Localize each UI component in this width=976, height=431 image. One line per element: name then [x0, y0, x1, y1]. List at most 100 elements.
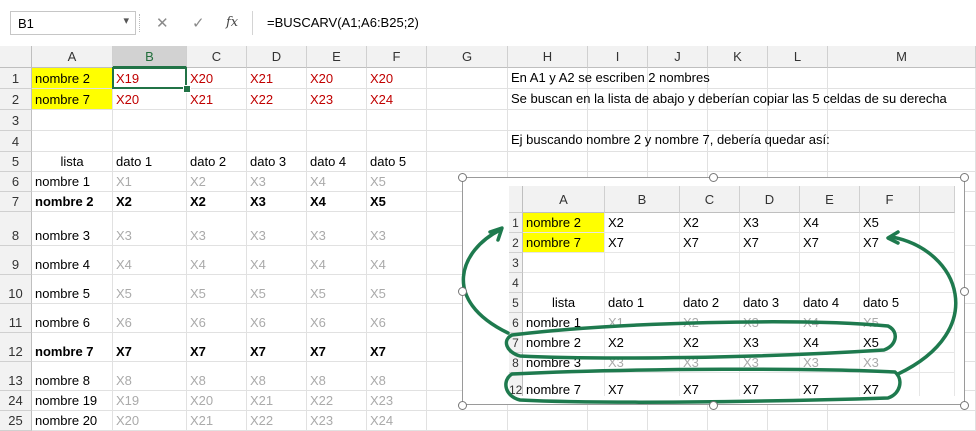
cell-m4[interactable]	[828, 131, 976, 152]
cell-f2[interactable]: X24	[367, 89, 427, 110]
cell-c3[interactable]	[187, 110, 247, 131]
column-header-a[interactable]: A	[32, 46, 113, 68]
cell-b12[interactable]: X7	[113, 333, 187, 362]
cell-e13[interactable]: X8	[307, 362, 367, 391]
column-header-c[interactable]: C	[187, 46, 247, 68]
cell-g2[interactable]	[427, 89, 508, 110]
cell-k5[interactable]	[708, 152, 768, 172]
cell-g3[interactable]	[427, 110, 508, 131]
cell-a24[interactable]: nombre 19	[32, 391, 113, 411]
cell-d8[interactable]: X3	[247, 212, 307, 246]
cell-m1[interactable]	[828, 68, 976, 89]
cell-b8[interactable]: X3	[113, 212, 187, 246]
cell-e2[interactable]: X23	[307, 89, 367, 110]
cell-f7[interactable]: X5	[367, 192, 427, 212]
column-header-j[interactable]: J	[648, 46, 708, 68]
cell-f5[interactable]: dato 5	[367, 152, 427, 172]
cell-c24[interactable]: X20	[187, 391, 247, 411]
column-header-i[interactable]: I	[588, 46, 648, 68]
row-header[interactable]: 10	[0, 275, 32, 304]
cell-d1[interactable]: X21	[247, 68, 307, 89]
cell-j5[interactable]	[648, 152, 708, 172]
cell-j3[interactable]	[648, 110, 708, 131]
cell-d4[interactable]	[247, 131, 307, 152]
cell-d13[interactable]: X8	[247, 362, 307, 391]
cell-f9[interactable]: X4	[367, 246, 427, 275]
cell-a13[interactable]: nombre 8	[32, 362, 113, 391]
select-all-corner[interactable]	[0, 46, 32, 68]
cell-b4[interactable]	[113, 131, 187, 152]
cell-d25[interactable]: X22	[247, 411, 307, 431]
cell-f13[interactable]: X8	[367, 362, 427, 391]
resize-handle[interactable]	[960, 401, 969, 410]
cell-c8[interactable]: X3	[187, 212, 247, 246]
row-header[interactable]: 12	[0, 333, 32, 362]
row-header[interactable]: 3	[0, 110, 32, 131]
cell-a25[interactable]: nombre 20	[32, 411, 113, 431]
column-header-l[interactable]: L	[768, 46, 828, 68]
name-box[interactable]: B1 ▾	[10, 11, 136, 35]
cell-j25[interactable]	[648, 411, 708, 431]
cell-c12[interactable]: X7	[187, 333, 247, 362]
cell-d24[interactable]: X21	[247, 391, 307, 411]
cell-l5[interactable]	[768, 152, 828, 172]
column-header-g[interactable]: G	[427, 46, 508, 68]
row-header[interactable]: 8	[0, 212, 32, 246]
cell-a12[interactable]: nombre 7	[32, 333, 113, 362]
cell-a6[interactable]: nombre 1	[32, 172, 113, 192]
cell-e24[interactable]: X22	[307, 391, 367, 411]
cell-m5[interactable]	[828, 152, 976, 172]
cell-c25[interactable]: X21	[187, 411, 247, 431]
cell-d3[interactable]	[247, 110, 307, 131]
cell-a2[interactable]: nombre 7	[32, 89, 113, 110]
resize-handle[interactable]	[458, 401, 467, 410]
cell-a3[interactable]	[32, 110, 113, 131]
cell-a7[interactable]: nombre 2	[32, 192, 113, 212]
cell-i5[interactable]	[588, 152, 648, 172]
cell-f25[interactable]: X24	[367, 411, 427, 431]
cell-a1[interactable]: nombre 2	[32, 68, 113, 89]
resize-handle[interactable]	[960, 287, 969, 296]
formula-input[interactable]: =BUSCARV(A1;A6:B25;2)	[252, 11, 976, 35]
cell-e4[interactable]	[307, 131, 367, 152]
row-header[interactable]: 7	[0, 192, 32, 212]
chevron-down-icon[interactable]: ▾	[123, 14, 129, 27]
cell-e10[interactable]: X5	[307, 275, 367, 304]
cell-f11[interactable]: X6	[367, 304, 427, 333]
cell-e8[interactable]: X3	[307, 212, 367, 246]
cell-d10[interactable]: X5	[247, 275, 307, 304]
column-header-e[interactable]: E	[307, 46, 367, 68]
cell-a4[interactable]	[32, 131, 113, 152]
enter-icon[interactable]: ✓	[192, 14, 205, 32]
cell-e12[interactable]: X7	[307, 333, 367, 362]
cell-b9[interactable]: X4	[113, 246, 187, 275]
cell-a11[interactable]: nombre 6	[32, 304, 113, 333]
cell-c7[interactable]: X2	[187, 192, 247, 212]
column-header-b[interactable]: B	[113, 46, 187, 68]
cell-d2[interactable]: X22	[247, 89, 307, 110]
cell-m3[interactable]	[828, 110, 976, 131]
cell-g5[interactable]	[427, 152, 508, 172]
cell-e1[interactable]: X20	[307, 68, 367, 89]
cell-f3[interactable]	[367, 110, 427, 131]
row-header[interactable]: 5	[0, 152, 32, 172]
cell-c13[interactable]: X8	[187, 362, 247, 391]
resize-handle[interactable]	[458, 287, 467, 296]
row-header[interactable]: 11	[0, 304, 32, 333]
cell-e5[interactable]: dato 4	[307, 152, 367, 172]
cell-l3[interactable]	[768, 110, 828, 131]
cancel-icon[interactable]: ✕	[156, 14, 169, 32]
cell-a10[interactable]: nombre 5	[32, 275, 113, 304]
cell-b2[interactable]: X20	[113, 89, 187, 110]
cell-g4[interactable]	[427, 131, 508, 152]
cell-b13[interactable]: X8	[113, 362, 187, 391]
cell-f24[interactable]: X23	[367, 391, 427, 411]
cell-g1[interactable]	[427, 68, 508, 89]
cell-f8[interactable]: X3	[367, 212, 427, 246]
cell-b5[interactable]: dato 1	[113, 152, 187, 172]
cell-c4[interactable]	[187, 131, 247, 152]
cell-f1[interactable]: X20	[367, 68, 427, 89]
cell-b24[interactable]: X19	[113, 391, 187, 411]
cell-e9[interactable]: X4	[307, 246, 367, 275]
cell-h5[interactable]	[508, 152, 588, 172]
